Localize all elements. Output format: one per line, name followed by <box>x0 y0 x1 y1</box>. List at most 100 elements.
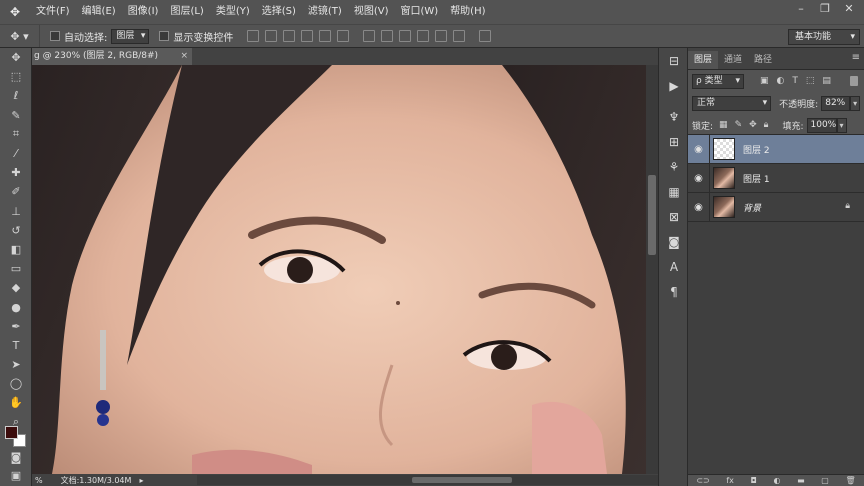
type-icon[interactable]: T <box>0 336 32 355</box>
layer-thumbnail[interactable] <box>713 138 735 160</box>
tool-preset-picker[interactable]: ✥ ▾ <box>0 25 40 47</box>
link-layers-icon[interactable]: ⊂⊃ <box>696 476 709 485</box>
menu-image[interactable]: 图像(I) <box>122 0 165 24</box>
clone-stamp-icon[interactable]: ⊥ <box>0 202 32 221</box>
menu-view[interactable]: 视图(V) <box>348 0 395 24</box>
lock-position-icon[interactable]: ✥ <box>749 120 757 130</box>
character-icon[interactable]: A <box>659 254 689 279</box>
align-left-icon[interactable] <box>301 30 314 42</box>
horizontal-scrollbar[interactable] <box>197 475 677 485</box>
screen-mode-icon[interactable]: ▣ <box>0 466 32 485</box>
layer-thumbnail[interactable] <box>713 167 735 189</box>
type-filter-icon[interactable]: T <box>792 76 798 86</box>
healing-brush-icon[interactable]: ✚ <box>0 163 32 182</box>
close-tab-icon[interactable]: × <box>180 48 188 65</box>
opacity-slider-arrow-icon[interactable]: ▾ <box>850 95 860 111</box>
menu-edit[interactable]: 编辑(E) <box>76 0 122 24</box>
align-hcenter-icon[interactable] <box>319 30 332 42</box>
adjustment-layer-icon[interactable]: ◐ <box>773 476 780 485</box>
visibility-eye-icon[interactable]: ◉ <box>688 192 710 222</box>
align-top-icon[interactable] <box>247 30 260 42</box>
smart-object-filter-icon[interactable]: ▤ <box>822 76 831 86</box>
panel-menu-icon[interactable]: ≡ <box>852 52 860 63</box>
align-right-icon[interactable] <box>337 30 350 42</box>
layer-style-fx-icon[interactable]: fx <box>726 476 734 485</box>
distribute-left-icon[interactable] <box>417 30 430 42</box>
opacity-label[interactable]: 不透明度: <box>779 97 818 110</box>
lock-all-icon[interactable]: 🔒︎ <box>764 120 769 130</box>
zoom-readout[interactable]: % <box>35 476 43 485</box>
layer-thumbnail[interactable] <box>713 196 735 218</box>
distribute-vcenter-icon[interactable] <box>381 30 394 42</box>
pixel-filter-icon[interactable]: ▣ <box>760 76 769 86</box>
menu-select[interactable]: 选择(S) <box>256 0 302 24</box>
properties-icon[interactable]: ▦ <box>659 179 689 204</box>
layer-row-background[interactable]: ◉ 背景 🔒︎ <box>688 192 864 222</box>
lock-transparent-icon[interactable]: ▦ <box>719 120 728 130</box>
blur-icon[interactable]: ◆ <box>0 278 32 297</box>
fill-input[interactable]: 100% <box>806 117 837 133</box>
adjustments-icon[interactable]: ♆ <box>659 104 689 129</box>
workspace-switcher[interactable]: 基本功能 <box>788 29 860 45</box>
brush-icon[interactable]: ✐ <box>0 182 32 201</box>
horizontal-scroll-thumb[interactable] <box>412 477 512 483</box>
paragraph-icon[interactable]: ¶ <box>659 279 689 304</box>
show-transform-checkbox[interactable] <box>159 31 170 41</box>
close-icon[interactable]: ✕ <box>838 2 860 16</box>
pen-icon[interactable]: ✒ <box>0 317 32 336</box>
lock-image-icon[interactable]: ✎ <box>735 120 743 130</box>
actions-icon[interactable]: ▶ <box>659 73 689 98</box>
crop-icon[interactable]: ⌗ <box>0 125 32 144</box>
ellipse-icon[interactable]: ◯ <box>0 374 32 393</box>
move-icon[interactable]: ✥ <box>0 48 32 67</box>
kind-filter-dropdown[interactable]: ρ 类型 <box>692 73 744 89</box>
document-size-readout[interactable]: 文档:1.30M/3.04M <box>61 475 132 486</box>
hand-icon[interactable]: ✋ <box>0 393 32 412</box>
distribute-hcenter-icon[interactable] <box>435 30 448 42</box>
shape-filter-icon[interactable]: ⬚ <box>806 76 815 86</box>
clone-source-icon[interactable]: ⚘ <box>659 154 689 179</box>
styles-icon[interactable]: ◙ <box>659 229 689 254</box>
fill-label[interactable]: 填充: <box>782 119 803 132</box>
new-layer-icon[interactable]: ▢ <box>821 476 829 485</box>
layer-name[interactable]: 图层 1 <box>743 172 770 185</box>
new-group-icon[interactable]: ▬ <box>797 476 805 485</box>
quick-select-icon[interactable]: ✎ <box>0 106 32 125</box>
layer-name[interactable]: 图层 2 <box>743 143 770 156</box>
dodge-icon[interactable]: ● <box>0 297 32 316</box>
blend-mode-dropdown[interactable]: 正常 <box>692 95 772 111</box>
align-vcenter-icon[interactable] <box>265 30 278 42</box>
visibility-eye-icon[interactable]: ◉ <box>688 134 710 164</box>
swatches-icon[interactable]: ⊠ <box>659 204 689 229</box>
path-select-icon[interactable]: ➤ <box>0 355 32 374</box>
menu-file[interactable]: 文件(F) <box>30 0 76 24</box>
add-mask-icon[interactable]: ◘ <box>751 476 757 485</box>
menu-filter[interactable]: 滤镜(T) <box>302 0 348 24</box>
move-tool-icon[interactable]: ✥ <box>0 0 30 24</box>
maximize-icon[interactable]: ❐ <box>814 2 836 16</box>
document-canvas[interactable] <box>32 65 646 474</box>
foreground-color-swatch[interactable] <box>5 426 18 439</box>
fill-slider-arrow-icon[interactable]: ▾ <box>836 117 847 133</box>
adjustment-filter-icon[interactable]: ◐ <box>777 76 785 86</box>
menu-type[interactable]: 类型(Y) <box>210 0 256 24</box>
layer-row-layer-1[interactable]: ◉ 图层 1 <box>688 163 864 193</box>
vertical-scrollbar[interactable] <box>646 65 658 474</box>
minimize-icon[interactable]: – <box>790 2 812 16</box>
eyedropper-icon[interactable]: ⁄ <box>0 144 32 163</box>
tab-paths[interactable]: 路径 <box>748 51 778 69</box>
gradient-icon[interactable]: ▭ <box>0 259 32 278</box>
brush-presets-icon[interactable]: ⊞ <box>659 129 689 154</box>
quick-mask-icon[interactable]: ◙ <box>0 448 32 467</box>
distribute-bottom-icon[interactable] <box>399 30 412 42</box>
menu-help[interactable]: 帮助(H) <box>444 0 491 24</box>
menu-layer[interactable]: 图层(L) <box>164 0 209 24</box>
history-brush-icon[interactable]: ↺ <box>0 221 32 240</box>
delete-layer-icon[interactable]: 🗑︎ <box>845 476 855 485</box>
auto-align-icon[interactable] <box>479 30 492 42</box>
marquee-icon[interactable]: ⬚ <box>0 67 32 86</box>
filter-toggle-switch[interactable] <box>850 76 858 86</box>
distribute-top-icon[interactable] <box>363 30 376 42</box>
opacity-input[interactable]: 82% <box>821 95 851 111</box>
distribute-right-icon[interactable] <box>453 30 466 42</box>
